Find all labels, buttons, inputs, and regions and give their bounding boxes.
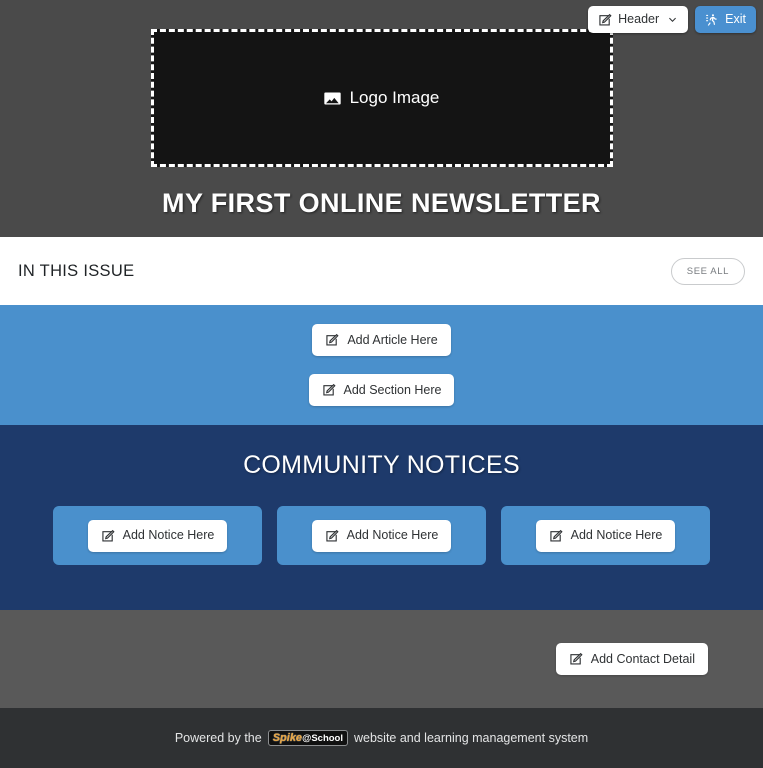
articles-section: Add Article Here Add Section Here — [0, 305, 763, 425]
add-notice-button-2-label: Add Notice Here — [346, 528, 439, 543]
pencil-square-icon — [325, 333, 339, 347]
editor-toolbar: Header Exit — [588, 6, 756, 33]
community-notices-section: COMMUNITY NOTICES Add Notice Here Add No… — [0, 425, 763, 610]
add-section-button[interactable]: Add Section Here — [308, 374, 455, 406]
add-contact-detail-button[interactable]: Add Contact Detail — [555, 643, 708, 675]
add-notice-button-1-label: Add Notice Here — [122, 528, 215, 543]
spike-at-school-logo: Spike @School — [267, 729, 348, 747]
brand-secondary-text: @School — [302, 732, 343, 744]
contact-section: Add Contact Detail — [0, 610, 763, 708]
add-notice-button-3-label: Add Notice Here — [570, 528, 663, 543]
newsletter-editor-page: Header Exit Logo Image MY FIRST ONLINE N… — [0, 0, 763, 768]
chevron-down-icon — [667, 14, 678, 25]
image-placeholder-icon — [323, 90, 341, 107]
notice-card: Add Notice Here — [501, 506, 710, 565]
pencil-square-icon — [598, 13, 612, 27]
notice-card: Add Notice Here — [277, 506, 486, 565]
footer-text-before: Powered by the — [174, 731, 262, 745]
header-dropdown-button[interactable]: Header — [588, 6, 689, 33]
exit-button-label: Exit — [725, 12, 746, 27]
exit-button[interactable]: Exit — [695, 6, 756, 33]
brand-primary-text: Spike — [272, 731, 303, 744]
add-notice-button-1[interactable]: Add Notice Here — [87, 519, 228, 552]
community-notices-title: COMMUNITY NOTICES — [243, 451, 520, 479]
pencil-square-icon — [325, 529, 339, 543]
notice-card-grid: Add Notice Here Add Notice Here Add Noti… — [0, 506, 763, 565]
pencil-square-icon — [549, 529, 563, 543]
header-dropdown-label: Header — [618, 12, 660, 27]
pencil-square-icon — [101, 529, 115, 543]
in-this-issue-bar: IN THIS ISSUE SEE ALL — [0, 237, 763, 305]
exit-door-icon — [705, 13, 719, 27]
newsletter-title: MY FIRST ONLINE NEWSLETTER — [162, 188, 601, 218]
add-article-button[interactable]: Add Article Here — [312, 324, 451, 356]
footer-text-after: website and learning management system — [354, 731, 589, 745]
logo-placeholder-label: Logo Image — [349, 88, 440, 107]
in-this-issue-title: IN THIS ISSUE — [18, 261, 135, 280]
masthead-section: Logo Image MY FIRST ONLINE NEWSLETTER — [0, 0, 763, 237]
page-footer: Powered by the Spike @School website and … — [0, 708, 763, 768]
logo-image-placeholder[interactable]: Logo Image — [150, 29, 613, 167]
pencil-square-icon — [322, 383, 336, 397]
notice-card: Add Notice Here — [53, 506, 262, 565]
add-notice-button-2[interactable]: Add Notice Here — [311, 519, 452, 552]
pencil-square-icon — [569, 652, 583, 666]
see-all-button[interactable]: SEE ALL — [670, 257, 745, 285]
add-notice-button-3[interactable]: Add Notice Here — [535, 519, 676, 552]
add-section-button-label: Add Section Here — [343, 382, 442, 397]
add-article-button-label: Add Article Here — [347, 332, 438, 347]
add-contact-detail-label: Add Contact Detail — [590, 651, 695, 666]
